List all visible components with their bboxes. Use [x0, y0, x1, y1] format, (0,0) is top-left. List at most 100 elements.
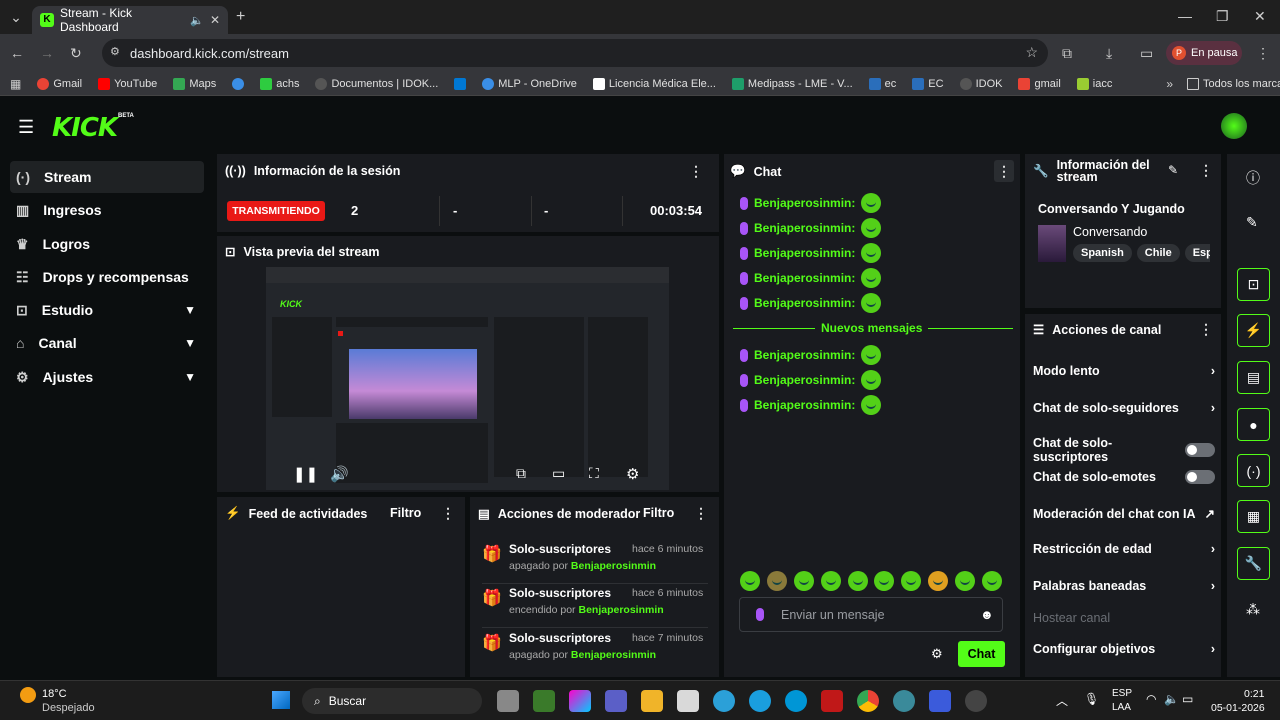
nav-canal[interactable]: ⌂ Canal ▼	[10, 327, 204, 359]
task-view-icon[interactable]	[497, 690, 519, 712]
more-options-icon[interactable]: ⋮	[694, 505, 708, 522]
speaker-icon[interactable]: 🔈	[190, 14, 204, 27]
apps-icon[interactable]: ▦	[10, 77, 21, 91]
site-info-icon[interactable]: ⚙	[110, 45, 120, 58]
weather-app-icon[interactable]	[713, 690, 735, 712]
browser-tab[interactable]: K Stream - Kick Dashboard 🔈 ✕	[32, 6, 228, 34]
chrome-icon[interactable]	[857, 690, 879, 712]
bookmark-item[interactable]	[232, 77, 245, 90]
profile-button[interactable]: P En pausa	[1166, 41, 1242, 65]
mod-action-user[interactable]: Benjaperosinmin	[571, 649, 656, 661]
volume-icon[interactable]: 🔊	[330, 465, 349, 483]
emote-icon[interactable]	[955, 571, 975, 591]
bookmark-item[interactable]: Maps	[173, 77, 216, 90]
add-widget-icon[interactable]: ⁂	[1246, 601, 1260, 618]
cast-icon[interactable]: ▭	[1140, 45, 1153, 62]
chat-send-button[interactable]: Chat	[958, 641, 1005, 667]
action-host-channel[interactable]: Hostear canal	[1033, 611, 1215, 625]
emote-icon[interactable]	[981, 571, 1002, 591]
chat-username[interactable]: Benjaperosinmin:	[754, 398, 855, 412]
extensions-icon[interactable]: ⧉	[1062, 45, 1072, 62]
tab-search-icon[interactable]: ⌄	[8, 9, 24, 26]
bookmark-item[interactable]: Licencia Médica Ele...	[592, 77, 716, 90]
action-followers-only[interactable]: Chat de solo-seguidores ›	[1033, 401, 1215, 415]
obs-icon[interactable]	[965, 690, 987, 712]
bookmark-item[interactable]: ec	[868, 77, 896, 90]
edge-icon[interactable]	[749, 690, 771, 712]
document-tool-button[interactable]: ▤	[1237, 361, 1270, 394]
chat-username[interactable]: Benjaperosinmin:	[754, 271, 855, 285]
fullscreen-icon[interactable]: ⛶	[589, 465, 599, 482]
tray-chevron-icon[interactable]: ︿	[1056, 692, 1068, 709]
emote-icon[interactable]	[874, 571, 895, 591]
tag[interactable]: Spanish	[1073, 244, 1132, 262]
chat-settings-icon[interactable]: ⚙	[931, 646, 943, 662]
mod-action-user[interactable]: Benjaperosinmin	[571, 560, 656, 572]
language-layout[interactable]: LAA	[1112, 702, 1131, 713]
all-bookmarks[interactable]: Todos los marcadores	[1187, 77, 1280, 90]
emote-icon[interactable]	[901, 571, 922, 591]
edit-pencil-icon[interactable]: ✎	[1168, 163, 1178, 177]
wrench-tool-button[interactable]: 🔧	[1237, 547, 1270, 580]
action-configure-goals[interactable]: Configurar objetivos ›	[1033, 642, 1215, 656]
clock-time[interactable]: 0:21	[1244, 688, 1264, 700]
nav-drops[interactable]: ☷ Drops y recompensas	[10, 261, 204, 293]
user-avatar[interactable]	[1221, 113, 1247, 139]
feed-filter-button[interactable]: Filtro	[390, 506, 421, 520]
teams-icon[interactable]	[605, 690, 627, 712]
microphone-icon[interactable]: 🎙	[1084, 692, 1099, 706]
file-explorer-icon[interactable]	[641, 690, 663, 712]
bookmark-star-icon[interactable]: ☆	[1025, 44, 1038, 61]
bookmark-item[interactable]: gmail	[1018, 77, 1061, 90]
subscribers-only-toggle[interactable]	[1185, 443, 1215, 457]
emote-icon[interactable]	[766, 571, 787, 591]
emote-icon[interactable]	[847, 571, 868, 591]
chat-username[interactable]: Benjaperosinmin:	[754, 373, 855, 387]
back-icon[interactable]: ←	[10, 45, 24, 61]
nav-estudio[interactable]: ⊡ Estudio ▼	[10, 294, 204, 326]
menu-icon[interactable]: ⋮	[1256, 45, 1270, 62]
weather-temp[interactable]: 18°C	[42, 688, 67, 700]
copilot-icon[interactable]	[569, 690, 591, 712]
emotes-only-toggle[interactable]	[1185, 470, 1215, 484]
store-icon[interactable]	[677, 690, 699, 712]
action-subscribers-only[interactable]: Chat de solo-suscriptores	[1033, 436, 1215, 464]
pip-icon[interactable]: ⧉	[516, 465, 526, 482]
wifi-icon[interactable]: ◠	[1146, 692, 1156, 706]
clock-date[interactable]: 05-01-2026	[1211, 702, 1265, 714]
info-icon[interactable]: ⓘ	[1246, 168, 1260, 188]
action-age-restriction[interactable]: Restricción de edad ›	[1033, 542, 1215, 556]
forward-icon[interactable]: →	[40, 45, 54, 61]
bookmark-item[interactable]: iacc	[1076, 77, 1112, 90]
restore-icon[interactable]: ❐	[1216, 8, 1229, 25]
emote-icon[interactable]	[740, 571, 760, 591]
action-slow-mode[interactable]: Modo lento ›	[1033, 364, 1215, 378]
volume-icon[interactable]: 🔈	[1164, 692, 1179, 706]
window-close-icon[interactable]: ✕	[1254, 8, 1266, 25]
edit-pencil-icon[interactable]: ✎	[1246, 214, 1258, 231]
chat-input[interactable]: Enviar un mensaje ☻	[739, 597, 1003, 632]
bookmark-item[interactable]	[454, 77, 467, 90]
language-code[interactable]: ESP	[1112, 688, 1132, 699]
nav-ajustes[interactable]: ⚙ Ajustes ▼	[10, 361, 204, 393]
battery-icon[interactable]: ▭	[1182, 692, 1193, 706]
mod-filter-button[interactable]: Filtro	[643, 506, 674, 520]
bolt-tool-button[interactable]: ⚡	[1237, 314, 1270, 347]
tag[interactable]: Chile	[1136, 244, 1180, 262]
bookmark-item[interactable]: IDOK	[959, 77, 1002, 90]
app-icon[interactable]	[929, 690, 951, 712]
emoji-icon[interactable]: ☻	[980, 607, 994, 622]
bookmark-item[interactable]: EC	[912, 77, 944, 90]
more-options-icon[interactable]: ⋮	[994, 160, 1014, 182]
tag[interactable]: Espar	[1184, 244, 1210, 262]
hamburger-menu-icon[interactable]: ☰	[18, 117, 34, 138]
layout-tool-button[interactable]: ▦	[1237, 500, 1270, 533]
action-ai-moderation[interactable]: Moderación del chat con IA ↗	[1033, 506, 1215, 522]
stream-preview-video[interactable]: KICK ❚❚ 🔊 ⧉ ▭ ⛶ ⚙	[266, 267, 669, 490]
windows-start-icon[interactable]	[272, 691, 290, 709]
camera-tool-button[interactable]: ⊡	[1237, 268, 1270, 301]
action-banned-words[interactable]: Palabras baneadas ›	[1033, 579, 1215, 593]
mod-action-user[interactable]: Benjaperosinmin	[578, 604, 663, 616]
reload-icon[interactable]: ↻	[70, 45, 82, 62]
chat-username[interactable]: Benjaperosinmin:	[754, 221, 855, 235]
